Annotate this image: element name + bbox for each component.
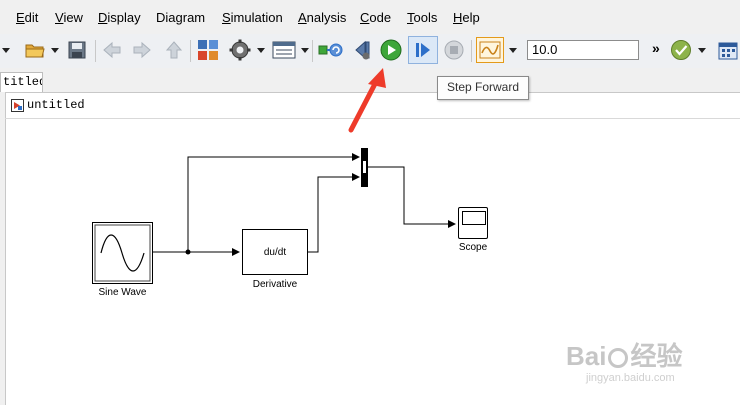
- breadcrumb: untitled: [5, 94, 740, 119]
- model-icon: [11, 99, 24, 117]
- gear-icon[interactable]: [228, 38, 252, 62]
- menu-code[interactable]: Code: [360, 10, 391, 25]
- menu-help[interactable]: Help: [453, 10, 480, 25]
- menu-view[interactable]: View: [55, 10, 83, 25]
- menu-tools[interactable]: Tools: [407, 10, 437, 25]
- settings-dropdown-icon[interactable]: [257, 48, 265, 53]
- toolbar-separator: [95, 40, 96, 62]
- scope-label: Scope: [458, 242, 488, 253]
- derivative-block[interactable]: du/dt: [242, 229, 308, 275]
- step-back-icon[interactable]: [350, 38, 374, 62]
- library-browser-icon[interactable]: [195, 38, 221, 62]
- breadcrumb-label[interactable]: untitled: [27, 98, 85, 112]
- open-dropdown-icon[interactable]: [51, 48, 59, 53]
- tab-untitled[interactable]: titled: [0, 72, 43, 92]
- open-folder-icon[interactable]: [22, 38, 48, 62]
- schedule-editor-icon[interactable]: [716, 38, 740, 62]
- menu-analysis[interactable]: Analysis: [298, 10, 346, 25]
- menu-edit[interactable]: Edit: [16, 10, 38, 25]
- back-arrow-icon[interactable]: [100, 38, 124, 62]
- overflow-chevron[interactable]: »: [652, 40, 660, 56]
- sine-wave-label: Sine Wave: [98, 287, 147, 298]
- menu-display[interactable]: Display: [98, 10, 141, 25]
- tab-strip: titled: [0, 68, 740, 92]
- up-arrow-icon[interactable]: [162, 38, 186, 62]
- step-forward-button[interactable]: [408, 36, 438, 64]
- data-inspector-dropdown-icon[interactable]: [509, 48, 517, 53]
- toolbar-separator: [312, 40, 313, 62]
- scope-screen-icon: [462, 211, 486, 225]
- check-model-icon[interactable]: [668, 38, 694, 62]
- new-model-dropdown-icon[interactable]: [2, 48, 10, 53]
- explorer-dropdown-icon[interactable]: [301, 48, 309, 53]
- derivative-inner-text: du/dt: [263, 247, 287, 258]
- save-icon[interactable]: [64, 38, 90, 62]
- step-forward-tooltip: Step Forward: [437, 76, 529, 100]
- watermark-url: jingyan.baidu.com: [586, 372, 675, 384]
- run-button[interactable]: [379, 38, 403, 62]
- derivative-label: Derivative: [252, 279, 298, 290]
- update-diagram-icon[interactable]: [316, 38, 344, 62]
- menu-bar: Edit View Display Diagram Simulation Ana…: [0, 0, 740, 34]
- scope-block[interactable]: [458, 207, 488, 239]
- model-explorer-icon[interactable]: [270, 38, 298, 62]
- menu-diagram[interactable]: Diagram: [156, 10, 205, 25]
- stop-button[interactable]: [442, 38, 466, 62]
- watermark-brand: Bai 经验: [566, 341, 683, 371]
- check-dropdown-icon[interactable]: [698, 48, 706, 53]
- forward-arrow-icon[interactable]: [130, 38, 154, 62]
- toolbar-separator: [471, 40, 472, 62]
- menu-simulation[interactable]: Simulation: [222, 10, 283, 25]
- paw-icon: [608, 348, 629, 369]
- sine-wave-block[interactable]: [92, 222, 153, 284]
- sine-wave-icon: [94, 224, 151, 282]
- data-inspector-icon[interactable]: [476, 37, 504, 63]
- stop-time-input[interactable]: 10.0: [527, 40, 639, 60]
- toolbar-separator: [190, 40, 191, 62]
